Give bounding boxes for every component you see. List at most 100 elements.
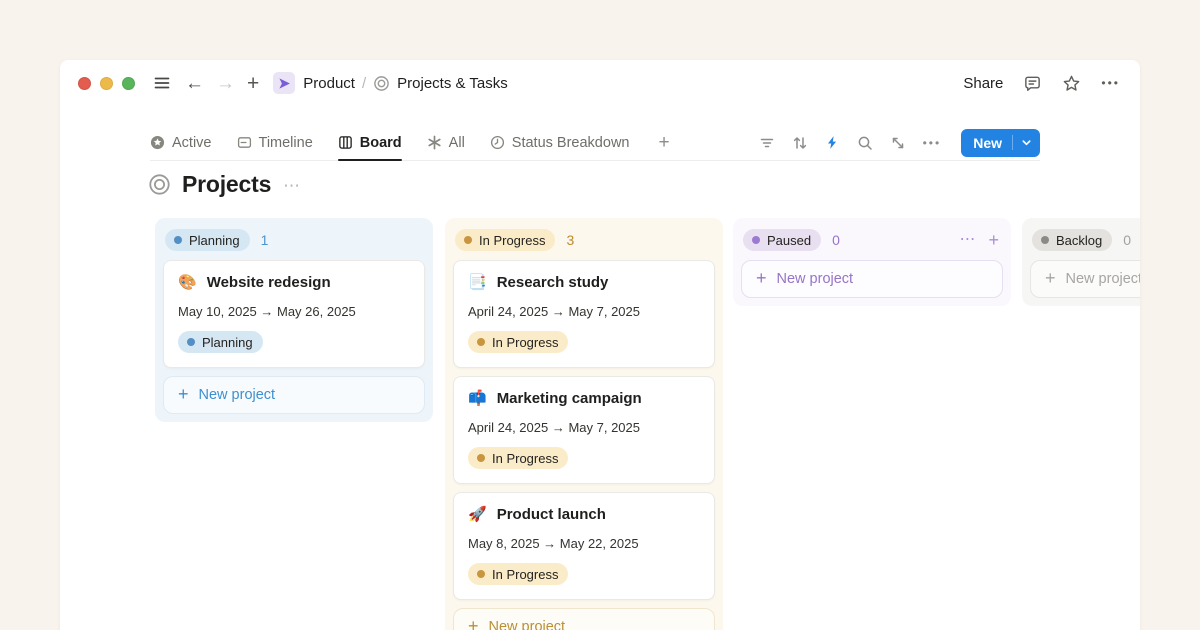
forward-icon[interactable]: → — [216, 74, 235, 93]
new-button-label: New — [961, 135, 1012, 151]
column-header: Backlog 0 — [1030, 226, 1140, 260]
card-date-range: May 10, 2025 → May 26, 2025 — [178, 304, 410, 319]
new-project-button[interactable]: + New project — [741, 260, 1003, 298]
status-dot — [187, 338, 195, 346]
column-header: Planning 1 — [163, 226, 425, 260]
column-name: Planning — [189, 233, 240, 248]
column-more-icon[interactable]: ⋯ — [959, 232, 976, 248]
card-date-range: May 8, 2025 → May 22, 2025 — [468, 536, 700, 551]
view-controls: ••• New — [759, 129, 1040, 157]
column-count: 1 — [261, 232, 269, 248]
favorite-star-icon[interactable] — [1062, 74, 1081, 93]
app-window: ← → + Product / Projects & Tasks Share •… — [60, 60, 1140, 630]
automations-bolt-icon[interactable] — [825, 135, 840, 150]
close-window-button[interactable] — [78, 77, 91, 90]
sidebar-toggle-icon[interactable] — [153, 74, 171, 92]
card-date-range: April 24, 2025 → May 7, 2025 — [468, 304, 700, 319]
minimize-window-button[interactable] — [100, 77, 113, 90]
tab-active[interactable]: Active — [150, 125, 212, 160]
card-emoji: 📫 — [468, 391, 487, 406]
tab-label: All — [449, 135, 465, 151]
column-count: 3 — [566, 232, 574, 248]
status-dot — [477, 338, 485, 346]
new-project-label: New project — [777, 271, 854, 287]
window-controls — [78, 77, 135, 90]
new-project-button[interactable]: + New project — [1030, 260, 1140, 298]
tab-timeline[interactable]: Timeline — [237, 125, 313, 160]
card-title: Product launch — [497, 506, 606, 523]
card-date-range: April 24, 2025 → May 7, 2025 — [468, 420, 700, 435]
plus-icon: + — [756, 268, 767, 289]
card-emoji: 🎨 — [178, 275, 197, 290]
plus-icon: + — [178, 384, 189, 405]
workspace-logo-icon[interactable] — [273, 72, 295, 94]
column-status-pill[interactable]: Planning — [165, 229, 250, 251]
tab-label: Timeline — [259, 135, 313, 151]
column-name: Backlog — [1056, 233, 1102, 248]
tab-status-breakdown[interactable]: Status Breakdown — [490, 125, 630, 160]
board-view-icon — [338, 135, 353, 150]
board-column-paused: Paused 0 ⋯ + + New project — [733, 218, 1011, 306]
view-more-icon[interactable]: ••• — [923, 136, 942, 150]
new-page-icon[interactable]: + — [247, 73, 259, 94]
project-card[interactable]: 🚀 Product launch May 8, 2025 → May 22, 2… — [453, 492, 715, 600]
status-dot — [464, 236, 472, 244]
card-status-pill: In Progress — [468, 447, 568, 469]
new-button[interactable]: New — [961, 129, 1040, 157]
board-column-planning: Planning 1 🎨 Website redesign May 10, 20… — [155, 218, 433, 422]
card-status-label: Planning — [202, 335, 253, 350]
project-card[interactable]: 📫 Marketing campaign April 24, 2025 → Ma… — [453, 376, 715, 484]
add-view-icon[interactable]: + — [658, 132, 669, 154]
expand-icon[interactable] — [890, 135, 906, 151]
new-project-button[interactable]: + New project — [163, 376, 425, 414]
card-title: Website redesign — [207, 274, 331, 291]
chevron-down-icon[interactable] — [1013, 137, 1040, 148]
project-card[interactable]: 📑 Research study April 24, 2025 → May 7,… — [453, 260, 715, 368]
tab-label: Status Breakdown — [512, 135, 630, 151]
title-more-icon[interactable]: ⋯ — [283, 176, 301, 196]
column-status-pill[interactable]: In Progress — [455, 229, 555, 251]
window-topbar: ← → + Product / Projects & Tasks Share •… — [60, 60, 1140, 106]
board-view: Planning 1 🎨 Website redesign May 10, 20… — [60, 218, 1140, 630]
tab-board[interactable]: Board — [338, 125, 402, 160]
new-project-label: New project — [199, 387, 276, 403]
card-title: Research study — [497, 274, 609, 291]
breadcrumb-separator: / — [362, 75, 366, 92]
card-status-pill: Planning — [178, 331, 263, 353]
card-status-label: In Progress — [492, 451, 558, 466]
card-emoji: 🚀 — [468, 507, 487, 522]
breadcrumb-workspace[interactable]: Product — [303, 75, 355, 92]
project-card[interactable]: 🎨 Website redesign May 10, 2025 → May 26… — [163, 260, 425, 368]
status-dot — [752, 236, 760, 244]
tab-all[interactable]: All — [427, 125, 465, 160]
projects-target-icon — [148, 173, 171, 196]
column-header: In Progress 3 — [453, 226, 715, 260]
column-count: 0 — [1123, 232, 1131, 248]
status-dot — [1041, 236, 1049, 244]
timeline-view-icon — [237, 135, 252, 150]
card-status-pill: In Progress — [468, 331, 568, 353]
column-name: In Progress — [479, 233, 545, 248]
column-name: Paused — [767, 233, 811, 248]
new-project-label: New project — [1066, 271, 1140, 287]
share-button[interactable]: Share — [963, 75, 1003, 92]
filter-icon[interactable] — [759, 135, 775, 151]
search-icon[interactable] — [857, 135, 873, 151]
column-header: Paused 0 ⋯ + — [741, 226, 1003, 260]
sort-icon[interactable] — [792, 135, 808, 151]
comments-icon[interactable] — [1023, 74, 1042, 93]
view-tabbar: Active Timeline Board All Status Breakdo… — [150, 125, 1040, 161]
card-status-label: In Progress — [492, 335, 558, 350]
zoom-window-button[interactable] — [122, 77, 135, 90]
column-add-icon[interactable]: + — [988, 231, 999, 249]
card-status-pill: In Progress — [468, 563, 568, 585]
status-dot — [174, 236, 182, 244]
page-title: Projects — [182, 171, 271, 198]
back-icon[interactable]: ← — [185, 74, 204, 93]
breadcrumb-page[interactable]: Projects & Tasks — [397, 75, 508, 92]
new-project-button[interactable]: + New project — [453, 608, 715, 630]
more-options-icon[interactable]: ••• — [1101, 76, 1120, 90]
column-status-pill[interactable]: Backlog — [1032, 229, 1112, 251]
tab-label: Board — [360, 135, 402, 151]
column-status-pill[interactable]: Paused — [743, 229, 821, 251]
